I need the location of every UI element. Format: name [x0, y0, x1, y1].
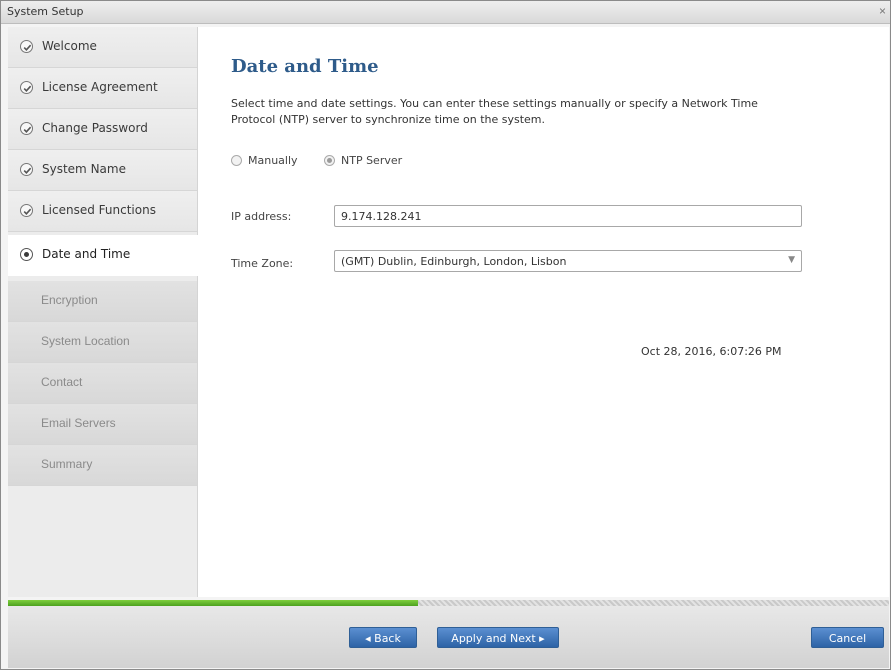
check-circle-icon [20, 204, 33, 217]
wizard-steps-sidebar: Welcome License Agreement Change Passwor… [8, 27, 198, 597]
step-label: Date and Time [42, 247, 131, 261]
step-label: System Location [41, 334, 130, 348]
window-title: System Setup [7, 5, 84, 18]
ip-address-input[interactable]: 9.174.128.241 [334, 205, 802, 227]
content-panel: Date and Time Select time and date setti… [198, 27, 889, 597]
step-system-location[interactable]: System Location [8, 322, 197, 363]
step-date-and-time[interactable]: Date and Time [8, 235, 198, 276]
cancel-button[interactable]: Cancel [811, 627, 884, 648]
step-system-name[interactable]: System Name [8, 150, 197, 191]
step-label: Change Password [42, 121, 148, 135]
step-label: Email Servers [41, 416, 116, 430]
check-circle-icon [20, 81, 33, 94]
time-zone-label: Time Zone: [231, 257, 294, 270]
ntp-server-radio-label: NTP Server [341, 154, 403, 167]
manual-radio-label: Manually [248, 154, 298, 167]
check-circle-icon [20, 163, 33, 176]
page-title: Date and Time [231, 56, 379, 77]
footer-bar: ◂ Back Apply and Next ▸ Cancel [8, 606, 889, 668]
ntp-server-radio[interactable]: NTP Server [324, 154, 402, 167]
step-label: System Name [42, 162, 126, 176]
radio-button-icon [231, 155, 242, 166]
setup-window: System Setup × Welcome License Agreement… [0, 0, 891, 670]
radio-button-selected-icon [324, 155, 335, 166]
manual-radio[interactable]: Manually [231, 154, 298, 167]
step-label: Encryption [41, 293, 98, 307]
time-zone-select[interactable]: (GMT) Dublin, Edinburgh, London, Lisbon … [334, 250, 802, 272]
apply-and-next-button[interactable]: Apply and Next ▸ [437, 627, 559, 648]
check-circle-icon [20, 40, 33, 53]
chevron-down-icon: ▼ [788, 255, 795, 265]
step-licensed-functions[interactable]: Licensed Functions [8, 191, 197, 232]
step-license-agreement[interactable]: License Agreement [8, 68, 197, 109]
ip-address-label: IP address: [231, 210, 292, 223]
step-label: Contact [41, 375, 83, 389]
step-change-password[interactable]: Change Password [8, 109, 197, 150]
step-email-servers[interactable]: Email Servers [8, 404, 197, 445]
step-label: Licensed Functions [42, 203, 156, 217]
step-summary[interactable]: Summary [8, 445, 197, 486]
time-zone-value: (GMT) Dublin, Edinburgh, London, Lisbon [341, 255, 567, 268]
step-contact[interactable]: Contact [8, 363, 197, 404]
close-icon[interactable]: × [879, 4, 886, 18]
step-welcome[interactable]: Welcome [8, 27, 197, 68]
step-label: Summary [41, 457, 93, 471]
page-description: Select time and date settings. You can e… [231, 97, 758, 126]
step-encryption[interactable]: Encryption [8, 281, 197, 322]
current-datetime: Oct 28, 2016, 6:07:26 PM [641, 345, 782, 358]
check-circle-icon [20, 122, 33, 135]
step-label: License Agreement [42, 80, 158, 94]
title-bar: System Setup × [1, 1, 890, 24]
step-label: Welcome [42, 39, 97, 53]
back-button[interactable]: ◂ Back [349, 627, 417, 648]
current-step-icon [20, 248, 33, 261]
